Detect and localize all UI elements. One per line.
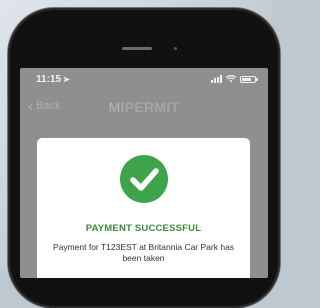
status-bar: 11:15 ➤: [20, 68, 268, 92]
front-camera: [174, 47, 177, 50]
app-title-logo: MIPERMIT: [20, 99, 268, 115]
status-time-text: 11:15: [36, 74, 62, 85]
wifi-icon: [226, 75, 236, 83]
battery-icon: [240, 75, 258, 83]
status-time: 11:15 ➤: [36, 74, 70, 85]
location-arrow-icon: ➤: [63, 75, 70, 84]
signal-icon: [211, 75, 222, 83]
status-icons: [211, 75, 258, 83]
app-title-prefix: MI: [108, 99, 125, 115]
speaker-grille: [122, 47, 152, 50]
dialog-message: Payment for T123EST at Britannia Car Par…: [52, 242, 235, 263]
app-title-main: PERMIT: [124, 99, 180, 115]
navigation-bar: ‹ Back MIPERMIT: [20, 96, 268, 118]
success-badge: [120, 155, 168, 203]
payment-success-dialog: PAYMENT SUCCESSFUL Payment for T123EST a…: [37, 138, 250, 278]
checkmark-icon: [130, 168, 159, 191]
phone-screen: 11:15 ➤ ‹ Back MIPERMIT PAYMENT SUCCESSF…: [20, 68, 268, 278]
dialog-title: PAYMENT SUCCESSFUL: [85, 223, 202, 234]
